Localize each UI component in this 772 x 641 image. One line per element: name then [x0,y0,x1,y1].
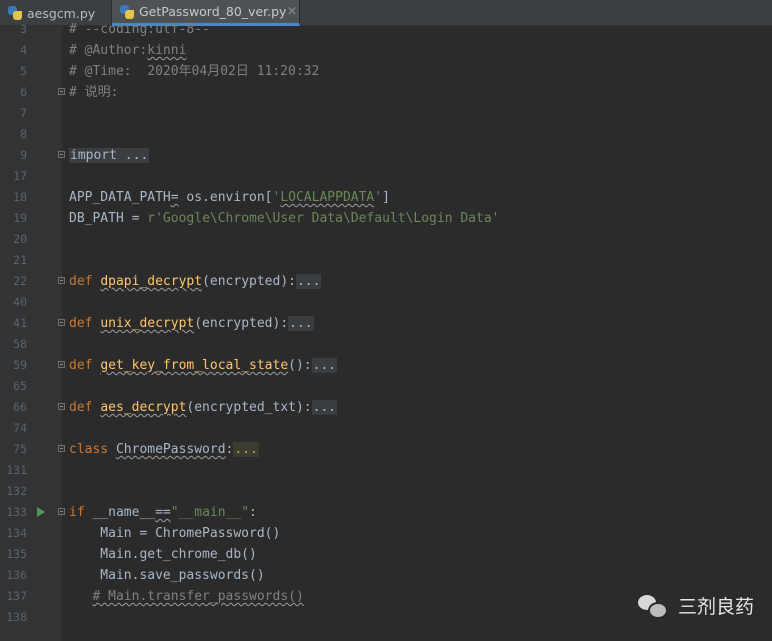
code-text: def unix_decrypt(encrypted):... [69,316,314,331]
code-line[interactable]: 133 if __name__=="__main__": [0,502,772,523]
tab-label: GetPassword_80_ver.py [139,4,287,19]
code-line[interactable]: 18 APP_DATA_PATH= os.environ['LOCALAPPDAT… [0,187,772,208]
code-text: def dpapi_decrypt(encrypted):... [69,274,322,289]
line-number: 135 [6,547,27,561]
code-text: def aes_decrypt(encrypted_txt):... [69,400,338,415]
code-text: # --coding:utf-8-- [69,22,210,37]
code-text: Main.save_passwords() [69,568,265,583]
code-line[interactable]: 75 class ChromePassword:... [0,439,772,460]
python-file-icon [8,6,22,20]
code-text: class ChromePassword:... [69,442,259,457]
watermark-text: 三剂良药 [677,596,754,618]
line-number: 138 [6,610,27,624]
fold-toggle-icon[interactable] [58,508,65,515]
fold-toggle-icon[interactable] [58,445,65,452]
line-number: 131 [6,463,27,477]
wechat-icon [637,593,668,619]
code-text: # 说明: [69,85,119,100]
code-line[interactable]: 8 [0,124,772,145]
code-text: # @Time: 2020年04月02日 11:20:32 [69,64,320,79]
code-line[interactable]: 66 def aes_decrypt(encrypted_txt):... [0,397,772,418]
fold-toggle-icon[interactable] [58,277,65,284]
code-text: # @Author:kinni [69,43,187,58]
line-number: 20 [13,232,27,246]
code-line[interactable]: 65 [0,376,772,397]
code-text: import ... [69,148,150,163]
close-tab-icon[interactable]: × [286,5,297,18]
line-number: 65 [13,379,27,393]
fold-toggle-icon[interactable] [58,319,65,326]
code-line[interactable]: 58 [0,334,772,355]
line-number: 9 [20,148,27,162]
code-line[interactable]: 135 Main.get_chrome_db() [0,544,772,565]
line-number: 7 [20,106,27,120]
code-line[interactable]: 21 [0,250,772,271]
code-line[interactable]: 136 Main.save_passwords() [0,565,772,586]
line-number: 8 [20,127,27,141]
code-line[interactable]: 134 Main = ChromePassword() [0,523,772,544]
code-line[interactable]: 59 def get_key_from_local_state():... [0,355,772,376]
line-number: 22 [13,274,27,288]
line-number: 74 [13,421,27,435]
code-text: APP_DATA_PATH= os.environ['LOCALAPPDATA'… [69,190,390,205]
line-number: 5 [20,64,27,78]
line-number: 66 [13,400,27,414]
code-line[interactable]: 3 # --coding:utf-8-- [0,19,772,40]
code-text: # Main.transfer_passwords() [92,589,304,604]
fold-toggle-icon[interactable] [58,88,65,95]
code-line[interactable]: 41 def unix_decrypt(encrypted):... [0,313,772,334]
fold-toggle-icon[interactable] [58,403,65,410]
code-line[interactable]: 20 [0,229,772,250]
code-text: Main = ChromePassword() [69,526,281,541]
code-line[interactable]: 4 # @Author:kinni [0,40,772,61]
code-line[interactable]: 17 [0,166,772,187]
code-text: if __name__=="__main__": [69,505,257,520]
line-number: 41 [13,316,27,330]
code-line[interactable]: 6 # 说明: [0,82,772,103]
python-file-icon [120,4,134,19]
line-number: 17 [13,169,27,183]
line-number: 137 [6,589,27,603]
code-line[interactable]: 5 # @Time: 2020年04月02日 11:20:32 [0,61,772,82]
fold-toggle-icon[interactable] [58,361,65,368]
code-text: DB_PATH = r'Google\Chrome\User Data\Defa… [69,211,500,226]
code-line[interactable]: 131 [0,460,772,481]
line-number: 134 [6,526,27,540]
line-number: 3 [20,22,27,36]
code-line[interactable]: 19 DB_PATH = r'Google\Chrome\User Data\De… [0,208,772,229]
code-text: Main.get_chrome_db() [69,547,257,562]
code-line[interactable]: 22 def dpapi_decrypt(encrypted):... [0,271,772,292]
line-number: 136 [6,568,27,582]
code-line[interactable]: 9 import ... [0,145,772,166]
line-number: 58 [13,337,27,351]
line-number: 132 [6,484,27,498]
line-number: 40 [13,295,27,309]
line-number: 59 [13,358,27,372]
watermark: 三剂良药 [637,592,754,619]
line-number: 133 [6,505,27,519]
code-line[interactable]: 74 [0,418,772,439]
line-number: 75 [13,442,27,456]
line-number: 18 [13,190,27,204]
code-text: def get_key_from_local_state():... [69,358,338,373]
line-number: 4 [20,43,27,57]
run-icon[interactable] [37,507,45,517]
fold-toggle-icon[interactable] [58,151,65,158]
line-number: 19 [13,211,27,225]
line-number: 6 [20,85,27,99]
code-line[interactable]: 132 [0,481,772,502]
code-line[interactable]: 7 [0,103,772,124]
code-line[interactable]: 40 [0,292,772,313]
line-number: 21 [13,253,27,267]
